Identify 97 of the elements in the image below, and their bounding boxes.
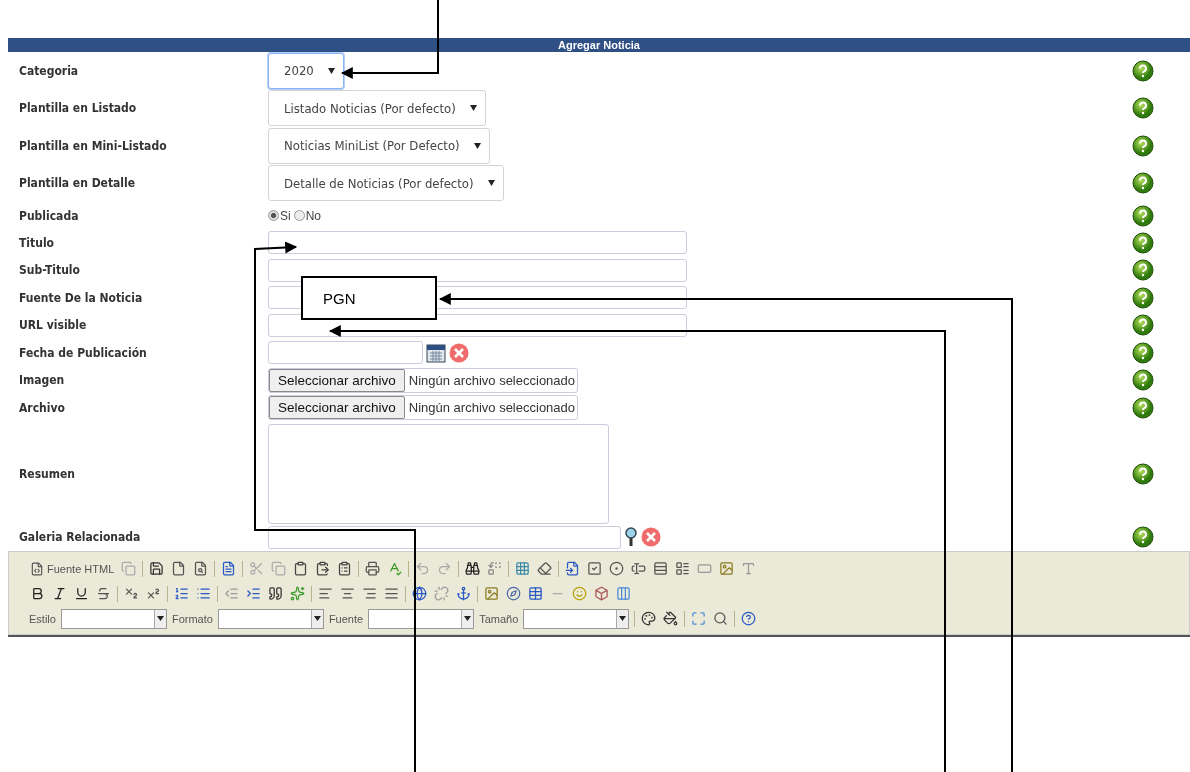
list-icon[interactable] [674, 560, 692, 577]
help-icon[interactable] [1132, 341, 1154, 364]
annotation-note: PGN [301, 276, 437, 320]
dropdown-icon[interactable] [616, 609, 629, 628]
numbered-list-icon[interactable] [173, 585, 190, 602]
summary-field[interactable] [268, 423, 609, 524]
help-icon[interactable] [1132, 134, 1154, 157]
preview-icon[interactable] [712, 610, 730, 627]
align-right-icon[interactable] [361, 585, 378, 602]
help-icon[interactable] [1132, 526, 1154, 548]
field-label: Plantilla en Listado [19, 101, 138, 116]
caret-icon [327, 67, 335, 74]
field-label: Categoria [19, 63, 80, 78]
save-icon[interactable] [148, 560, 166, 577]
select-field[interactable]: Listado Noticias (Por defecto) [268, 90, 486, 127]
print-icon[interactable] [364, 560, 382, 577]
select-field[interactable]: Noticias MiniList (Por Defecto) [268, 127, 490, 164]
dropdown-icon[interactable] [153, 609, 166, 628]
italic-icon[interactable] [51, 585, 68, 602]
radio-option[interactable]: Si [268, 208, 291, 223]
help-icon[interactable] [1132, 396, 1154, 419]
field-label: Sub-Titulo [19, 263, 81, 278]
source-code-icon [30, 561, 44, 576]
file-status: Ningún archivo seleccionado [407, 372, 577, 388]
combo-field[interactable] [368, 608, 475, 629]
select-field[interactable]: 2020 [268, 52, 344, 89]
combo-label: Fuente [328, 612, 364, 625]
date-field[interactable] [268, 341, 423, 365]
select-all-icon[interactable] [514, 560, 532, 577]
field-label: Fecha de Publicación [19, 345, 148, 360]
underline-icon[interactable] [73, 585, 90, 602]
textfield-icon[interactable] [630, 560, 648, 577]
help-icon[interactable] [1132, 369, 1154, 392]
dropdown-icon[interactable] [461, 609, 474, 628]
paste-text-icon[interactable] [314, 560, 332, 577]
radio-option[interactable]: No [293, 208, 321, 223]
combo-label: Estilo [29, 612, 56, 625]
gallery-field[interactable] [268, 525, 621, 549]
field-label: Archivo [19, 400, 66, 415]
quote-icon[interactable] [267, 585, 284, 602]
field-label: Publicada [19, 208, 80, 223]
anchor-icon[interactable] [455, 585, 472, 602]
combo-field[interactable] [60, 608, 167, 629]
field-label: Imagen [19, 373, 66, 388]
help-icon[interactable] [1132, 59, 1154, 82]
eraser-icon[interactable] [536, 560, 554, 577]
help-icon[interactable] [740, 610, 758, 627]
bulleted-list-icon[interactable] [195, 585, 212, 602]
field-label: URL visible [19, 318, 88, 333]
caret-icon [487, 180, 495, 187]
field-label: Titulo [19, 235, 56, 250]
help-icon[interactable] [1132, 204, 1154, 227]
source-button[interactable]: Fuente HTML [29, 560, 116, 577]
dropdown-icon[interactable] [310, 609, 323, 628]
help-icon[interactable] [1132, 462, 1154, 485]
field-label: Plantilla en Mini-Listado [19, 138, 168, 153]
text-color-icon[interactable] [640, 610, 658, 627]
combo-label: Formato [171, 612, 213, 625]
superscript-icon[interactable] [145, 585, 162, 602]
field-label: Galeria Relacionada [19, 530, 142, 544]
choose-file-button[interactable]: Seleccionar archivo [269, 396, 405, 420]
caret-icon [473, 142, 481, 149]
field-label: Plantilla en Detalle [19, 176, 137, 191]
table-icon[interactable] [527, 585, 544, 602]
text-field[interactable] [268, 258, 687, 282]
help-icon[interactable] [1132, 97, 1154, 120]
file-input[interactable]: Seleccionar archivo Ningún archivo seleccionado [268, 395, 579, 421]
background-color-icon[interactable] [662, 610, 680, 627]
caret-icon [469, 105, 477, 112]
checkbox-icon[interactable] [586, 560, 604, 577]
file-status: Ningún archivo seleccionado [407, 400, 577, 416]
combo-field[interactable] [217, 608, 324, 629]
help-icon[interactable] [1132, 314, 1154, 337]
help-icon[interactable] [1132, 231, 1154, 254]
text-field[interactable] [268, 231, 687, 255]
indent-icon[interactable] [245, 585, 262, 602]
form-title: Agregar Noticia [558, 39, 640, 51]
calendar-icon[interactable] [426, 341, 446, 364]
subscript-icon[interactable] [123, 585, 140, 602]
file-input[interactable]: Seleccionar archivo Ningún archivo seleccionado [268, 367, 579, 393]
field-label: Resumen [19, 466, 76, 481]
radio-icon[interactable] [608, 560, 626, 577]
help-icon[interactable] [1132, 286, 1154, 309]
strikethrough-icon[interactable] [95, 585, 112, 602]
justify-icon[interactable] [383, 585, 400, 602]
choose-file-button[interactable]: Seleccionar archivo [269, 368, 405, 392]
align-left-icon[interactable] [317, 585, 334, 602]
find-icon[interactable] [464, 560, 482, 577]
combo-field[interactable] [523, 608, 630, 629]
select-field[interactable]: Detalle de Noticias (Por defecto) [268, 165, 504, 202]
combo-label: Tamaño [479, 612, 519, 625]
field-label: Fuente De la Noticia [19, 290, 144, 305]
align-center-icon[interactable] [339, 585, 356, 602]
magnifier-icon[interactable] [624, 527, 638, 547]
image-icon[interactable] [483, 585, 500, 602]
help-icon[interactable] [1132, 259, 1154, 282]
help-icon[interactable] [1132, 172, 1154, 195]
